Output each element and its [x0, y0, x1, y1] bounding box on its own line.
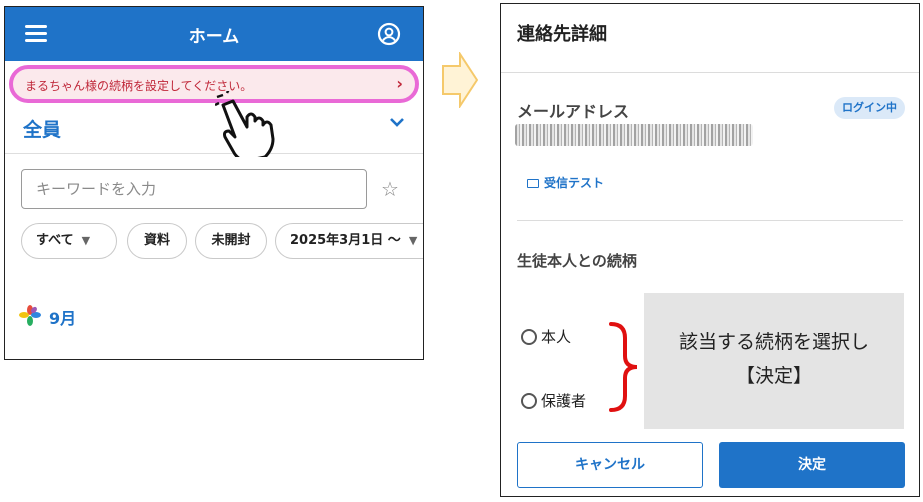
divider	[517, 220, 903, 221]
radio-label: 本人	[541, 328, 572, 346]
instruction-line: 該当する続柄を選択し	[678, 331, 869, 353]
divider	[5, 153, 423, 154]
caret-down-icon: ▼	[81, 234, 91, 247]
chevron-down-icon[interactable]	[389, 117, 405, 127]
filter-chip-date[interactable]: 2025年3月1日 ～ ▼	[275, 223, 423, 259]
radio-option-guardian[interactable]: 保護者	[521, 390, 586, 411]
search-field[interactable]	[21, 169, 367, 209]
login-status-badge: ログイン中	[834, 97, 905, 119]
caret-down-icon: ▼	[408, 234, 418, 247]
radio-label: 保護者	[541, 392, 587, 410]
divider	[501, 72, 919, 73]
clover-icon	[19, 305, 41, 326]
mail-icon	[527, 179, 539, 188]
filter-chip-label: 2025年3月1日 ～	[290, 233, 401, 248]
radio-button[interactable]	[521, 393, 537, 409]
instruction-callout: 該当する続柄を選択し 【決定】	[644, 293, 904, 429]
group-selector-label[interactable]: 全員	[23, 115, 61, 142]
instruction-line: 【決定】	[735, 365, 812, 387]
pointing-hand-icon	[215, 91, 275, 157]
app-header: ホーム	[5, 7, 423, 61]
chevron-right-icon: ›	[396, 74, 403, 93]
search-input[interactable]	[22, 170, 366, 208]
radio-button[interactable]	[521, 329, 537, 345]
receive-test-button[interactable]: 受信テスト	[527, 174, 604, 191]
contact-detail-screen: 連絡先詳細 メールアドレス ログイン中 受信テスト 生徒本人との続柄 本人 保護…	[500, 3, 920, 497]
relation-label: 生徒本人との続柄	[517, 252, 637, 270]
radio-option-self[interactable]: 本人	[521, 326, 571, 347]
email-value-redacted	[515, 124, 753, 146]
instruction-text: 該当する続柄を選択し 【決定】	[644, 325, 904, 393]
filter-chip-label: 資料	[143, 233, 170, 248]
decide-button[interactable]: 決定	[719, 442, 905, 488]
star-icon[interactable]: ☆	[381, 177, 399, 201]
cancel-button[interactable]: キャンセル	[517, 442, 703, 488]
filter-chip-unopened[interactable]: 未開封	[195, 223, 267, 259]
relation-alert-banner[interactable]: まるちゃん様の続柄を設定してください。 ›	[9, 65, 419, 103]
account-circle-icon[interactable]	[377, 22, 401, 46]
filter-chip-label: 未開封	[211, 233, 251, 248]
filter-chip-documents[interactable]: 資料	[127, 223, 187, 259]
page-title: 連絡先詳細	[517, 24, 607, 45]
email-label: メールアドレス	[517, 102, 630, 121]
page-title: ホーム	[188, 27, 240, 47]
filter-chip-label: すべて	[36, 233, 74, 248]
filter-chip-all[interactable]: すべて ▼	[21, 223, 117, 259]
receive-test-label: 受信テスト	[544, 176, 605, 190]
home-screen: ホーム まるちゃん様の続柄を設定してください。 › 全員 ☆ すべて ▼ 資料 未…	[4, 6, 424, 360]
month-label: 9月	[49, 309, 77, 328]
flow-arrow-icon	[442, 52, 478, 108]
brace-icon	[609, 322, 638, 412]
